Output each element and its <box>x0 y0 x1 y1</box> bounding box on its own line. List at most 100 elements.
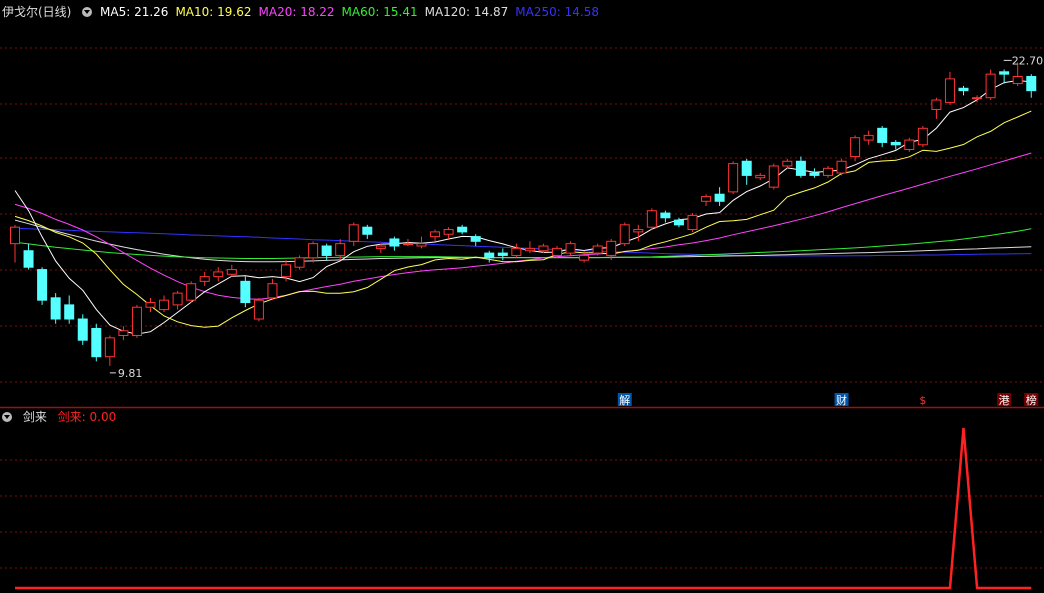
candle <box>308 241 319 263</box>
candle <box>863 130 874 145</box>
candle <box>565 241 576 256</box>
candle <box>660 210 671 223</box>
candle-body <box>511 247 522 256</box>
candle <box>999 69 1010 84</box>
candle <box>809 168 820 178</box>
candle-body <box>985 73 996 99</box>
candle <box>484 250 495 263</box>
event-marker-label: 港 <box>999 394 1010 407</box>
candle <box>131 304 142 338</box>
ma-line-ma60 <box>14 228 1032 259</box>
ma-line-ma10 <box>14 110 1032 328</box>
candle-body <box>497 252 508 256</box>
candle <box>944 71 955 105</box>
event-marker: $ <box>915 393 930 407</box>
event-marker-label: 财 <box>836 393 847 407</box>
candle <box>701 194 712 206</box>
candle-body <box>253 299 264 320</box>
event-marker: 财 <box>834 393 849 407</box>
candle <box>253 297 264 322</box>
candle-body <box>904 139 915 150</box>
candle <box>104 335 115 366</box>
candle-body <box>714 193 725 202</box>
candle-body <box>308 243 319 259</box>
candle-body <box>484 252 495 259</box>
candle-body <box>728 163 739 193</box>
candle-body <box>836 160 847 174</box>
candle-body <box>524 247 535 252</box>
candle-body <box>430 231 441 238</box>
candle-body <box>646 210 657 228</box>
candle-body <box>375 245 386 249</box>
candle <box>985 69 996 101</box>
candle-body <box>348 224 359 242</box>
candle-body <box>958 87 969 92</box>
candle <box>91 323 102 362</box>
candle-body <box>50 297 61 320</box>
candle-body <box>159 299 170 311</box>
candle <box>186 281 197 303</box>
candle-body <box>579 254 590 261</box>
candle-body <box>362 226 373 235</box>
event-marker: 解 <box>617 393 632 407</box>
candle-body <box>416 243 427 247</box>
candle <box>226 264 237 277</box>
candle <box>159 295 170 312</box>
candle <box>10 224 20 263</box>
candle-body <box>77 318 88 341</box>
candle <box>64 295 75 324</box>
candle <box>687 213 698 232</box>
candle <box>240 276 251 308</box>
candle <box>172 290 183 310</box>
candle-body <box>172 292 183 306</box>
candle-body <box>687 214 698 231</box>
candle <box>904 137 915 152</box>
candle-body <box>104 337 115 358</box>
candle-body <box>673 219 684 226</box>
candle-body <box>782 160 793 167</box>
candle-body <box>37 269 48 301</box>
candle <box>836 158 847 176</box>
candle-body <box>443 229 454 235</box>
candle <box>782 158 793 169</box>
candle <box>958 85 969 96</box>
candle-body <box>701 196 712 202</box>
candle-body <box>389 238 400 247</box>
candle <box>213 267 224 282</box>
candle <box>457 224 468 235</box>
candle-body <box>538 245 549 252</box>
candle <box>23 243 34 270</box>
candle <box>294 255 305 270</box>
candle-body <box>592 245 603 254</box>
candle <box>728 161 739 195</box>
candle <box>50 293 61 324</box>
event-marker: 榜 <box>1024 393 1039 407</box>
candle <box>37 267 48 305</box>
candle-body <box>565 243 576 254</box>
candle <box>795 156 806 178</box>
candle-body <box>91 327 102 358</box>
candle-body <box>199 276 210 282</box>
ma-line-ma20 <box>14 152 1032 300</box>
candle <box>755 173 766 181</box>
candle <box>714 187 725 206</box>
candle-body <box>267 283 278 299</box>
candle-body <box>321 245 332 256</box>
event-marker-label: $ <box>919 394 926 407</box>
candle-body <box>402 243 413 246</box>
candle <box>443 227 454 239</box>
candle-body <box>619 224 630 245</box>
candle-body <box>999 71 1010 75</box>
event-marker-label: 解 <box>619 393 630 407</box>
candle-body <box>660 212 671 219</box>
candle-body <box>335 243 346 256</box>
candle <box>931 97 942 119</box>
candle-body <box>863 134 874 141</box>
candle-body <box>795 160 806 176</box>
event-marker-label: 榜 <box>1026 393 1037 407</box>
candle-body <box>294 257 305 268</box>
candle-body <box>633 229 644 233</box>
candle <box>646 208 657 230</box>
candle-body <box>131 306 142 336</box>
kline-chart[interactable]: 22.70 9.81 解 财 $ 港 榜 <box>0 0 1044 593</box>
